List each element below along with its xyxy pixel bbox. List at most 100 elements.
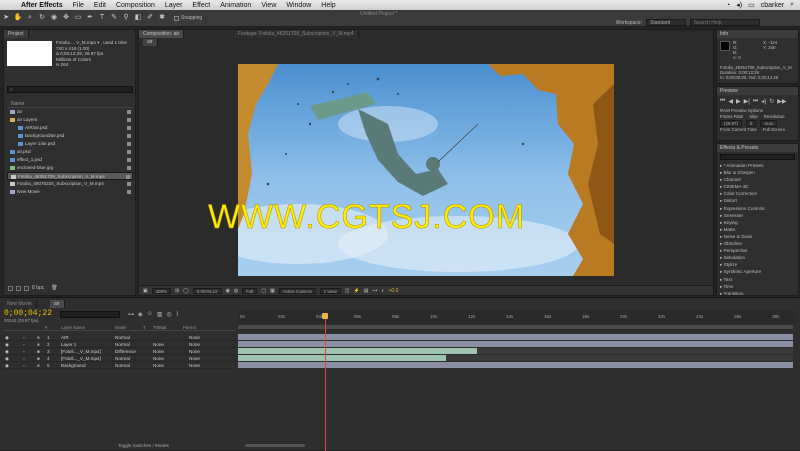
flowchart-icon[interactable]: ⊶	[372, 288, 377, 294]
layer-duration-bar[interactable]	[238, 341, 793, 347]
col-trkmat[interactable]: TrkMat	[153, 325, 167, 330]
tab-info[interactable]: Info	[717, 30, 798, 38]
first-frame-icon[interactable]: ⏮	[720, 98, 725, 105]
zoom-slider[interactable]	[245, 444, 305, 447]
battery-icon[interactable]: ▭	[748, 1, 755, 9]
menu-view[interactable]: View	[256, 2, 281, 9]
layer-name[interactable]: Background	[61, 362, 86, 369]
layer-row[interactable]: ◉ ▫ ■ 3 [Fotoli..._V_M.mp4] Difference None Non…	[3, 348, 236, 355]
camera-tool-icon[interactable]: ◉	[49, 13, 59, 23]
effects-category[interactable]: ▸ Simulation	[717, 254, 798, 261]
menu-file[interactable]: File	[68, 2, 89, 9]
always-preview-icon[interactable]: ▣	[143, 288, 148, 294]
layer-parent-dropdown[interactable]: None	[189, 341, 200, 348]
last-frame-icon[interactable]: ⏭	[753, 98, 758, 105]
layer-mode-dropdown[interactable]: Normal	[115, 341, 130, 348]
layer-duration-bar[interactable]	[238, 348, 477, 354]
graph-editor-icon[interactable]: ⌇	[176, 311, 179, 318]
layer-parent-dropdown[interactable]: None	[189, 334, 200, 341]
color-channel-icon[interactable]: ◍	[234, 288, 238, 294]
camera-dropdown[interactable]: Active Camera	[278, 287, 316, 294]
effects-category[interactable]: ▸ Distort	[717, 197, 798, 204]
puppet-tool-icon[interactable]: ✱	[157, 13, 167, 23]
pen-tool-icon[interactable]: ✒	[85, 13, 95, 23]
effects-category[interactable]: ▸ Expression Controls	[717, 205, 798, 212]
menu-effect[interactable]: Effect	[187, 2, 215, 9]
menu-help[interactable]: Help	[316, 2, 340, 9]
workspace-dropdown[interactable]: Standard	[646, 19, 686, 26]
label-color-swatch[interactable]	[127, 182, 131, 186]
tab-project[interactable]: Project	[4, 30, 29, 38]
layer-row[interactable]: ◉ ▫ ■ 1 AIR Normal None	[3, 334, 236, 341]
bpc-toggle[interactable]: 8 bpc	[32, 285, 44, 291]
magnification-dropdown[interactable]: 100%	[151, 287, 171, 294]
previous-frame-icon[interactable]: ◀	[728, 98, 733, 105]
loop-icon[interactable]: ↻	[769, 98, 774, 105]
layer-trkmat-dropdown[interactable]: None	[153, 355, 164, 362]
layer-parent-dropdown[interactable]: None	[189, 355, 200, 362]
comp-mini-flowchart-icon[interactable]: ⊶	[128, 311, 134, 318]
tab-footage[interactable]: Footage: Fotolia_48251709_Subscription_V…	[234, 30, 359, 38]
menu-animation[interactable]: Animation	[215, 2, 256, 9]
effects-category[interactable]: ▸ Text	[717, 276, 798, 283]
effects-category[interactable]: ▸ Keying	[717, 219, 798, 226]
fast-preview-icon[interactable]: ⚡	[353, 288, 359, 294]
roto-brush-tool-icon[interactable]: ✐	[145, 13, 155, 23]
region-of-interest-icon[interactable]: ▢	[261, 288, 266, 294]
project-item[interactable]: Layer 1/air.psd	[7, 140, 133, 148]
timeline-timecode[interactable]: 0;00;04;22	[4, 309, 52, 318]
effects-category[interactable]: ▸ Synthetic Aperture	[717, 268, 798, 275]
selection-tool-icon[interactable]: ➤	[1, 13, 11, 23]
wifi-icon[interactable]: ◔	[726, 2, 730, 9]
lock-icon[interactable]: ▫	[23, 362, 25, 369]
eye-icon[interactable]: ◉	[5, 348, 9, 355]
zoom-tool-icon[interactable]: ⌕	[25, 13, 35, 23]
rotate-tool-icon[interactable]: ↻	[37, 13, 47, 23]
project-item[interactable]: air Layers	[7, 116, 133, 124]
layer-trkmat-dropdown[interactable]: None	[153, 348, 164, 355]
eye-icon[interactable]: ◉	[5, 334, 9, 341]
menu-composition[interactable]: Composition	[111, 2, 160, 9]
type-tool-icon[interactable]: T	[97, 13, 107, 23]
label-color-swatch[interactable]	[127, 166, 131, 170]
layer-mode-dropdown[interactable]: Difference	[115, 348, 136, 355]
col-layer-name[interactable]: Layer Name	[61, 325, 85, 330]
project-item[interactable]: air	[7, 108, 133, 116]
layer-mode-dropdown[interactable]: Normal	[115, 362, 130, 369]
project-item[interactable]: air.psd	[7, 148, 133, 156]
eye-icon[interactable]: ◉	[5, 355, 9, 362]
col-parent[interactable]: Parent	[183, 325, 196, 330]
playhead-handle[interactable]	[322, 313, 328, 319]
preview-resolution-dropdown[interactable]: Auto	[760, 120, 778, 127]
layer-duration-bar[interactable]	[238, 362, 793, 368]
snapshot-icon[interactable]: ◉	[226, 288, 230, 294]
layer-name[interactable]: AIR	[61, 334, 69, 341]
new-comp-icon[interactable]	[24, 285, 29, 291]
exposure-value[interactable]: +0.0	[388, 288, 398, 294]
timeline-icon[interactable]: ▤	[364, 288, 369, 294]
effects-category[interactable]: ▸ Obsolete	[717, 240, 798, 247]
layer-trkmat-dropdown[interactable]: None	[153, 341, 164, 348]
eye-icon[interactable]: ◉	[5, 362, 9, 369]
menu-layer[interactable]: Layer	[160, 2, 188, 9]
menu-window[interactable]: Window	[281, 2, 316, 9]
tab-preview[interactable]: Preview	[717, 87, 798, 95]
project-item[interactable]: Fotolia_59075226_Subscription_V_M.mp4	[7, 180, 133, 188]
interpret-footage-icon[interactable]	[8, 285, 13, 291]
skip-field[interactable]: 0	[745, 120, 757, 127]
snapping-checkbox[interactable]	[174, 15, 179, 21]
effects-category[interactable]: ▸ Time	[717, 283, 798, 290]
label-color-swatch[interactable]	[127, 126, 131, 130]
eye-icon[interactable]: ◉	[5, 341, 9, 348]
tab-air[interactable]: air	[50, 300, 65, 308]
label-color-swatch[interactable]	[127, 150, 131, 154]
timeline-search-input[interactable]	[60, 311, 120, 318]
effects-category[interactable]: ▸ Generate	[717, 212, 798, 219]
transparency-grid-icon[interactable]: ▦	[270, 288, 275, 294]
resolution-dropdown[interactable]: Full	[242, 287, 258, 294]
pixel-aspect-icon[interactable]: ◫	[345, 288, 350, 294]
layer-name[interactable]: Layer 1	[61, 341, 76, 348]
search-help-field[interactable]: Search Help	[690, 19, 760, 26]
project-item[interactable]: AIR/air.psd	[7, 124, 133, 132]
comp-breadcrumb[interactable]: air	[143, 39, 158, 46]
